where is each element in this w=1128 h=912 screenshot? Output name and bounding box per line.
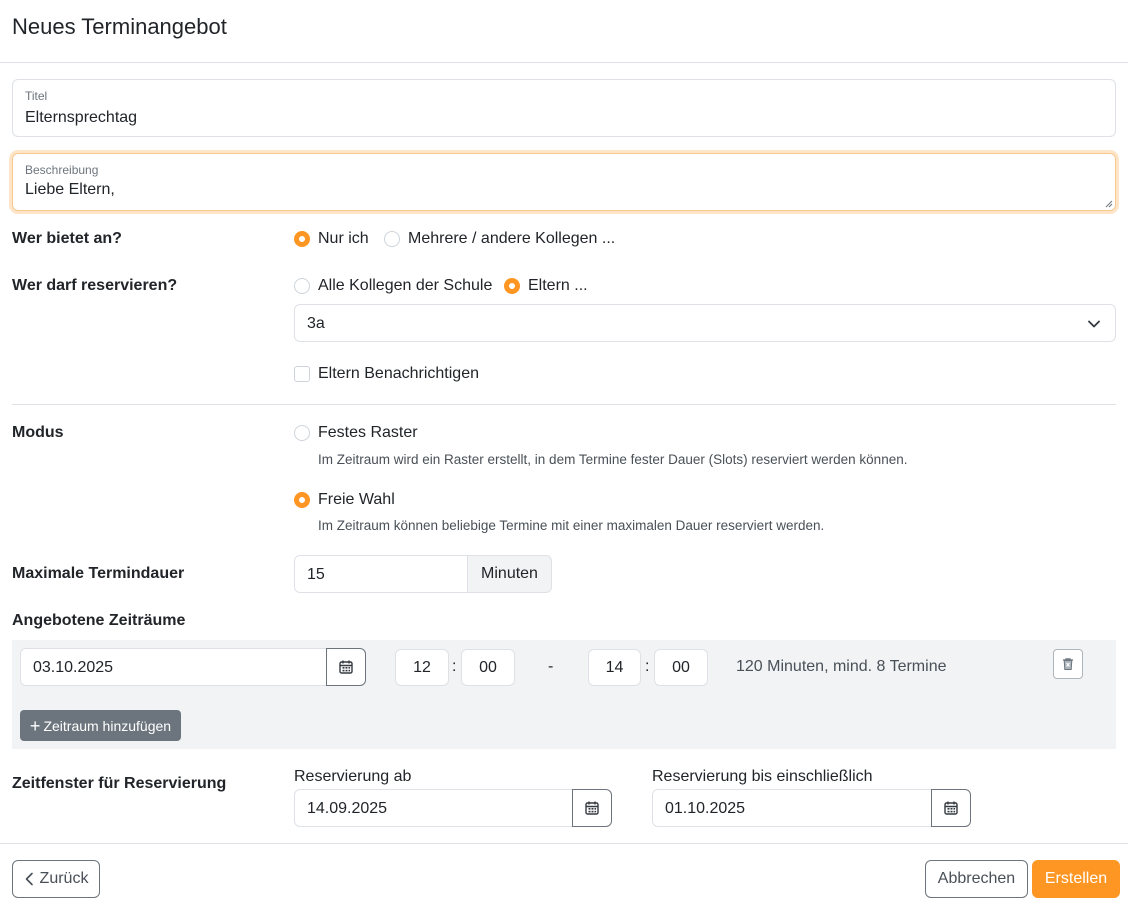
reservation-from-input[interactable]: 14.09.2025	[294, 789, 574, 827]
back-button-label: Zurück	[39, 870, 89, 887]
offerer-option-label: Mehrere / andere Kollegen ...	[408, 230, 616, 247]
max-duration-label: Maximale Termindauer	[12, 565, 185, 582]
offerer-label: Wer bietet an?	[12, 230, 122, 247]
description-field-label: Beschreibung	[25, 163, 99, 177]
reservers-label: Wer darf reservieren?	[12, 277, 178, 294]
period-date-input[interactable]: 03.10.2025	[20, 648, 328, 686]
radio-checked-icon[interactable]	[294, 492, 310, 508]
radio-unchecked-icon[interactable]	[384, 231, 400, 247]
mode-option-label: Freie Wahl	[318, 491, 395, 508]
time-separator: :	[645, 658, 650, 675]
periods-label: Angebotene Zeiträume	[12, 612, 186, 629]
period-info: 120 Minuten, mind. 8 Termine	[736, 658, 947, 675]
reservation-from-value: 14.09.2025	[307, 800, 388, 817]
checkbox-unchecked-icon[interactable]	[294, 366, 310, 382]
mode-option-help: Im Zeitraum können beliebige Termine mit…	[318, 518, 825, 533]
offerer-option-label: Nur ich	[318, 230, 369, 247]
class-select-value: 3a	[307, 315, 325, 332]
radio-checked-icon[interactable]	[504, 278, 520, 294]
mode-option-help: Im Zeitraum wird ein Raster erstellt, in…	[318, 452, 908, 467]
plus-icon: +	[29, 715, 41, 736]
add-period-label: Zeitraum hinzufügen	[43, 717, 172, 734]
calendar-icon	[585, 801, 599, 815]
title-field-label: Titel	[25, 89, 48, 103]
reservation-from-calendar-button[interactable]	[572, 789, 612, 827]
trash-icon	[1063, 658, 1073, 670]
description-field-value[interactable]: Liebe Eltern,	[25, 181, 115, 199]
max-duration-value: 15	[307, 566, 325, 583]
max-duration-input[interactable]: 15	[294, 555, 468, 593]
delete-period-button[interactable]	[1053, 649, 1083, 679]
reservation-to-calendar-button[interactable]	[931, 789, 971, 827]
period-date-calendar-button[interactable]	[326, 648, 366, 686]
reservers-option-label: Alle Kollegen der Schule	[318, 277, 493, 294]
notify-parents-label: Eltern Benachrichtigen	[318, 365, 479, 382]
offerer-option-only-me[interactable]: Nur ich	[294, 230, 369, 248]
modal-header: Neues Terminangebot	[0, 0, 1128, 63]
notify-parents-checkbox[interactable]: Eltern Benachrichtigen	[294, 365, 479, 383]
reservers-option-colleagues[interactable]: Alle Kollegen der Schule	[294, 277, 492, 295]
page-title: Neues Terminangebot	[12, 14, 227, 39]
cancel-button[interactable]: Abbrechen	[925, 860, 1028, 898]
offerer-option-multiple[interactable]: Mehrere / andere Kollegen ...	[384, 230, 615, 248]
radio-unchecked-icon[interactable]	[294, 278, 310, 294]
radio-checked-icon[interactable]	[294, 231, 310, 247]
time-separator: :	[452, 658, 457, 675]
description-field[interactable]: Beschreibung Liebe Eltern,	[12, 153, 1116, 211]
reservation-to-input[interactable]: 01.10.2025	[652, 789, 933, 827]
reservers-option-parents[interactable]: Eltern ...	[504, 277, 588, 295]
period-end-minute[interactable]: 00	[654, 649, 708, 686]
period-start-minute[interactable]: 00	[461, 649, 515, 686]
mode-label: Modus	[12, 424, 64, 441]
mode-option-label: Festes Raster	[318, 424, 418, 441]
back-button[interactable]: Zurück	[12, 860, 100, 898]
title-field-value[interactable]: Elternsprechtag	[25, 109, 137, 127]
reservation-to-value: 01.10.2025	[665, 800, 746, 817]
chevron-left-icon	[25, 872, 33, 886]
max-duration-unit: Minuten	[467, 555, 552, 593]
period-end-hour[interactable]: 14	[588, 649, 641, 686]
title-field[interactable]: Titel Elternsprechtag	[12, 79, 1116, 137]
section-divider	[12, 404, 1116, 405]
calendar-icon	[339, 660, 353, 674]
create-button[interactable]: Erstellen	[1032, 860, 1120, 898]
add-period-button[interactable]: + Zeitraum hinzufügen	[20, 710, 181, 741]
chevron-down-icon	[1088, 320, 1100, 328]
mode-option-free-choice[interactable]: Freie Wahl	[294, 491, 395, 509]
mode-option-fixed-grid[interactable]: Festes Raster	[294, 424, 418, 442]
reservation-window-label: Zeitfenster für Reservierung	[12, 775, 227, 792]
radio-unchecked-icon[interactable]	[294, 425, 310, 441]
reservers-option-label: Eltern ...	[528, 277, 588, 294]
period-start-hour[interactable]: 12	[395, 649, 449, 686]
range-separator: -	[548, 658, 554, 675]
reservation-from-label: Reservierung ab	[294, 768, 412, 785]
reservation-to-label: Reservierung bis einschließlich	[652, 768, 873, 785]
resize-grip-icon[interactable]	[1105, 200, 1113, 208]
class-select[interactable]: 3a	[294, 304, 1116, 342]
period-date-value: 03.10.2025	[33, 659, 114, 676]
calendar-icon	[944, 801, 958, 815]
